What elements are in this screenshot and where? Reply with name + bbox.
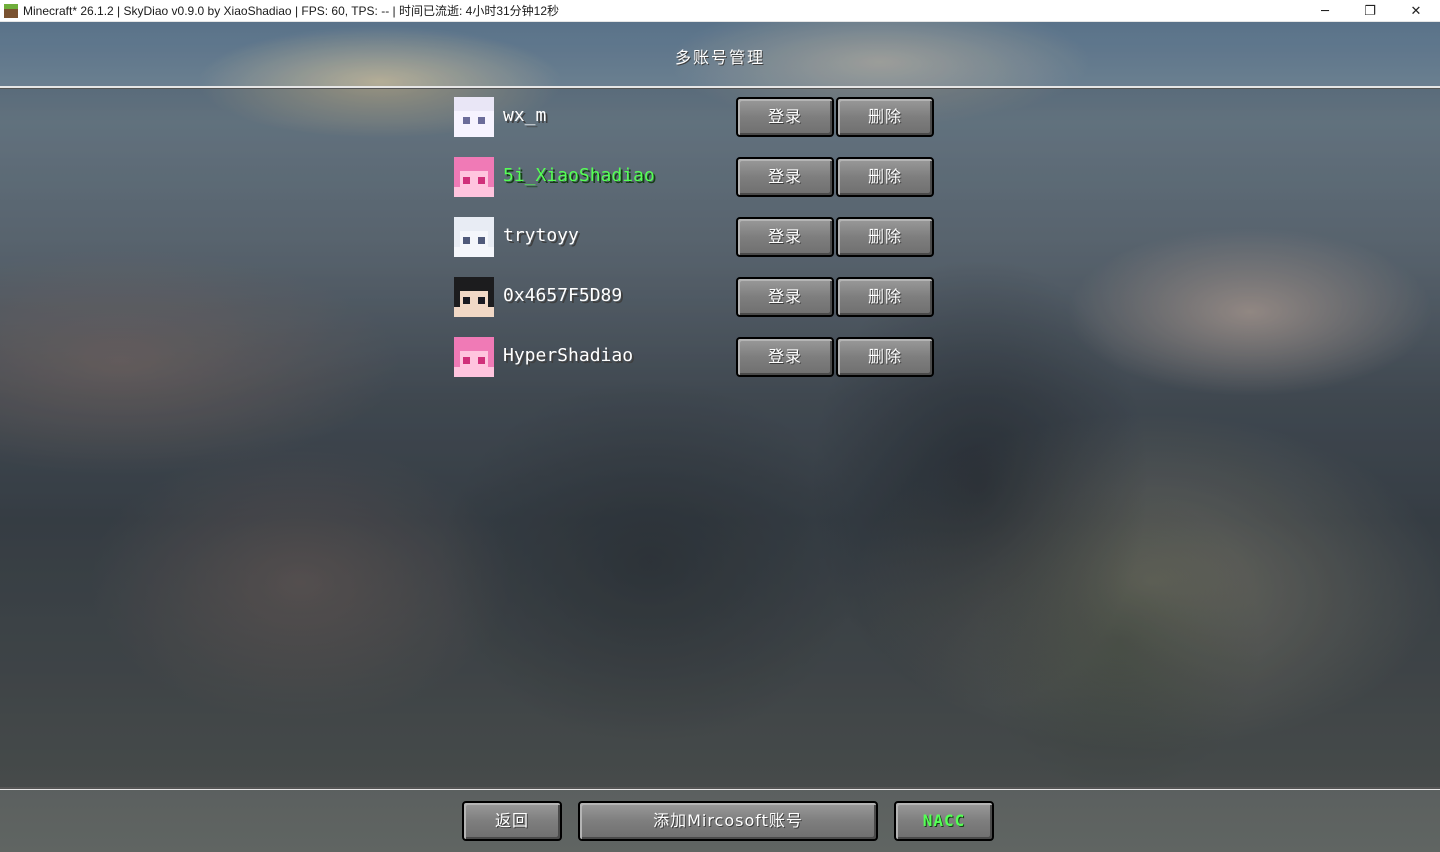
nacc-button[interactable]: NACC <box>894 801 994 841</box>
window-title: Minecraft* 26.1.2 | SkyDiao v0.9.0 by Xi… <box>23 4 560 18</box>
login-button[interactable]: 登录 <box>736 217 834 257</box>
delete-button[interactable]: 删除 <box>836 277 934 317</box>
account-name: wx_m <box>503 105 547 126</box>
player-head-avatar <box>454 97 494 137</box>
back-button[interactable]: 返回 <box>462 801 562 841</box>
close-window-button[interactable]: ✕ <box>1393 0 1439 22</box>
list-bottom-divider <box>0 787 1440 790</box>
delete-button[interactable]: 删除 <box>836 337 934 377</box>
account-row: wx_m 登录 删除 <box>454 97 936 137</box>
account-row: HyperShadiao 登录 删除 <box>454 337 936 377</box>
delete-button[interactable]: 删除 <box>836 97 934 137</box>
delete-button[interactable]: 删除 <box>836 157 934 197</box>
player-head-avatar <box>454 157 494 197</box>
player-head-avatar <box>454 337 494 377</box>
account-name: HyperShadiao <box>503 345 634 366</box>
maximize-button[interactable]: ❐ <box>1347 0 1393 22</box>
login-button[interactable]: 登录 <box>736 337 834 377</box>
account-name: trytoyy <box>503 225 579 246</box>
login-button[interactable]: 登录 <box>736 157 834 197</box>
account-name-active: 5i_XiaoShadiao <box>503 165 655 186</box>
minecraft-grass-block-icon <box>4 3 18 18</box>
delete-button[interactable]: 删除 <box>836 217 934 257</box>
minimize-button[interactable]: ─ <box>1302 0 1348 22</box>
page-title: 多账号管理 <box>674 48 765 67</box>
player-head-avatar <box>454 277 494 317</box>
account-row: trytoyy 登录 删除 <box>454 217 936 257</box>
player-head-avatar <box>454 217 494 257</box>
add-microsoft-account-button[interactable]: 添加Mircosoft账号 <box>578 801 878 841</box>
login-button[interactable]: 登录 <box>736 97 834 137</box>
account-name: 0x4657F5D89 <box>503 285 623 306</box>
window-titlebar: Minecraft* 26.1.2 | SkyDiao v0.9.0 by Xi… <box>0 0 1440 22</box>
account-row: 0x4657F5D89 登录 删除 <box>454 277 936 317</box>
account-row: 5i_XiaoShadiao 登录 删除 <box>454 157 936 197</box>
login-button[interactable]: 登录 <box>736 277 834 317</box>
